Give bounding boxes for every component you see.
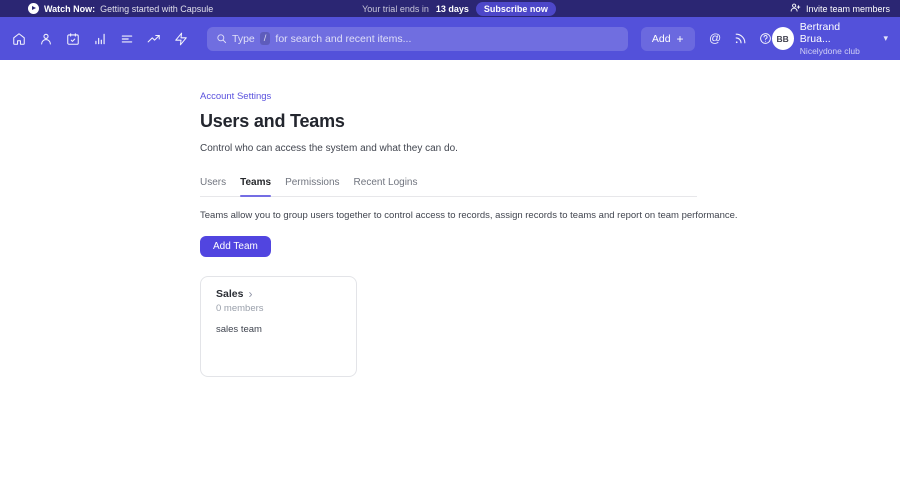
lightning-icon[interactable] [174, 32, 188, 46]
tab-teams[interactable]: Teams [240, 177, 271, 196]
add-button[interactable]: Add + [641, 27, 695, 51]
team-card-sales[interactable]: Sales › 0 members sales team [200, 276, 357, 377]
team-description: sales team [216, 324, 341, 335]
trial-days-remaining: 13 days [436, 4, 469, 14]
user-plus-icon [790, 2, 801, 15]
top-navigation: Type / for search and recent items... Ad… [0, 17, 900, 60]
sales-chart-icon[interactable] [93, 32, 107, 46]
user-menu[interactable]: BB Bertrand Brua... Nicelydone club ▾ [772, 21, 888, 56]
avatar: BB [772, 27, 794, 50]
people-icon[interactable] [39, 32, 53, 46]
page-subtitle: Control who can access the system and wh… [200, 143, 900, 154]
watch-now-text: Getting started with Capsule [100, 4, 213, 14]
breadcrumb-account-settings[interactable]: Account Settings [200, 91, 271, 102]
trial-text: Your trial ends in [362, 4, 429, 14]
team-card-header: Sales › [216, 288, 341, 300]
banner-right: Invite team members [556, 2, 890, 15]
search-icon [216, 33, 227, 44]
team-member-count: 0 members [216, 303, 341, 314]
utility-icon-group: @ [709, 32, 772, 45]
tab-bar: Users Teams Permissions Recent Logins [200, 177, 697, 197]
watch-now-label: Watch Now: [44, 4, 95, 14]
chevron-down-icon: ▾ [883, 33, 888, 44]
watch-now-link[interactable]: Watch Now: Getting started with Capsule [28, 3, 362, 14]
page-title: Users and Teams [200, 111, 900, 132]
search-placeholder-suffix: for search and recent items... [275, 33, 411, 45]
invite-team-members-button[interactable]: Invite team members [790, 2, 890, 15]
help-icon[interactable] [759, 32, 772, 45]
invite-label: Invite team members [806, 4, 890, 14]
trial-info: Your trial ends in 13 days Subscribe now [362, 2, 556, 16]
user-name: Bertrand Brua... [800, 21, 872, 46]
team-name-link[interactable]: Sales [216, 288, 243, 300]
subscribe-now-button[interactable]: Subscribe now [476, 2, 556, 16]
trending-icon[interactable] [147, 32, 161, 46]
settings-page: Account Settings Users and Teams Control… [0, 60, 900, 484]
search-placeholder-prefix: Type [232, 33, 255, 45]
list-icon[interactable] [120, 32, 134, 46]
nav-icon-group [12, 32, 188, 46]
teams-description: Teams allow you to group users together … [200, 210, 900, 221]
app-window: Watch Now: Getting started with Capsule … [0, 0, 900, 484]
tab-recent-logins[interactable]: Recent Logins [354, 177, 418, 196]
add-team-button[interactable]: Add Team [200, 236, 271, 257]
user-organisation: Nicelydone club [800, 46, 872, 56]
plus-icon: + [677, 32, 684, 46]
broadcast-icon[interactable] [734, 32, 747, 45]
user-meta: Bertrand Brua... Nicelydone club [800, 21, 872, 56]
home-icon[interactable] [12, 32, 26, 46]
trial-banner: Watch Now: Getting started with Capsule … [0, 0, 900, 17]
play-icon [28, 3, 39, 14]
calendar-icon[interactable] [66, 32, 80, 46]
slash-key-hint: / [260, 32, 271, 45]
chevron-right-icon: › [248, 289, 252, 299]
tab-users[interactable]: Users [200, 177, 226, 196]
search-input[interactable]: Type / for search and recent items... [207, 27, 628, 51]
at-sign-icon[interactable]: @ [709, 32, 722, 45]
add-label: Add [652, 33, 671, 45]
tab-permissions[interactable]: Permissions [285, 177, 339, 196]
